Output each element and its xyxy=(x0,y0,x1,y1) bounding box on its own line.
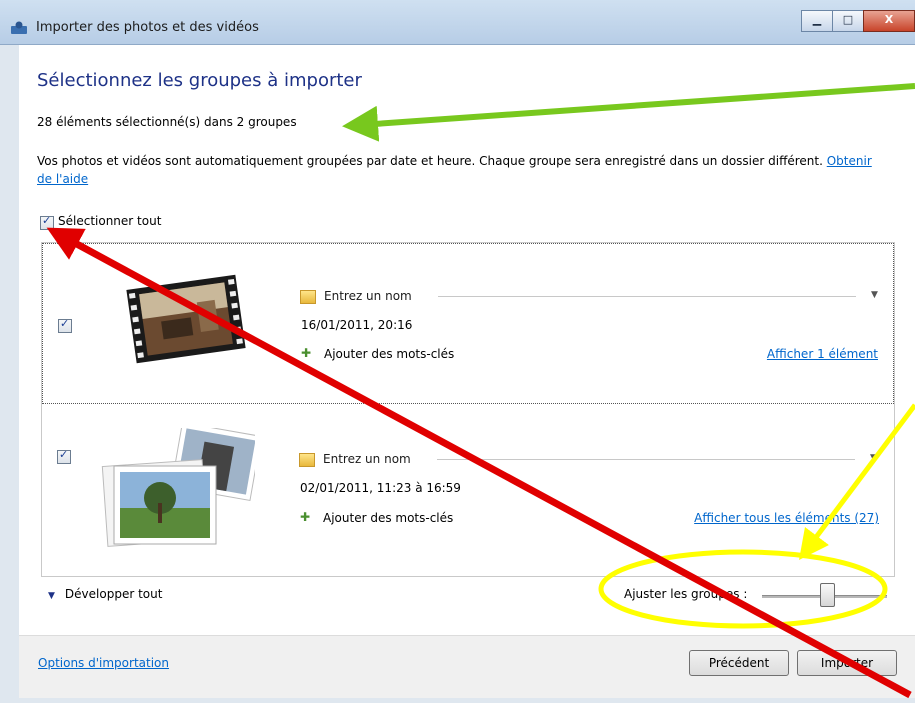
group-name-input[interactable]: Entrez un nom xyxy=(324,289,412,303)
video-thumbnail xyxy=(126,274,246,364)
maximize-icon: □ xyxy=(842,13,854,26)
group-row[interactable]: Entrez un nom ▼ 16/01/2011, 20:16 ✚ Ajou… xyxy=(42,243,894,404)
description-body: Vos photos et vidéos sont automatiquemen… xyxy=(37,154,823,168)
expand-all-label: Développer tout xyxy=(64,587,163,601)
minimize-icon: ▁ xyxy=(812,13,822,26)
chevron-down-icon[interactable]: ▼ xyxy=(871,290,878,300)
group-checkbox[interactable] xyxy=(58,317,72,333)
group-row[interactable]: Entrez un nom ▼ 02/01/2011, 11:23 à 16:5… xyxy=(42,408,894,575)
import-dialog: Importer des photos et des vidéos ▁ □ X … xyxy=(0,0,915,703)
minimize-button[interactable]: ▁ xyxy=(801,10,833,32)
name-underline xyxy=(438,296,856,297)
add-tags-link[interactable]: Ajouter des mots-clés xyxy=(324,347,454,361)
group-date: 16/01/2011, 20:16 xyxy=(301,318,413,332)
group-checkbox[interactable] xyxy=(57,448,71,464)
expand-all-button[interactable]: ▼ Développer tout xyxy=(48,587,162,601)
groups-list[interactable]: Entrez un nom ▼ 16/01/2011, 20:16 ✚ Ajou… xyxy=(41,242,895,577)
group-date: 02/01/2011, 11:23 à 16:59 xyxy=(300,481,461,495)
tag-add-icon[interactable]: ✚ xyxy=(301,346,317,360)
name-underline xyxy=(437,459,855,460)
folder-icon xyxy=(300,290,316,304)
group-name-input[interactable]: Entrez un nom xyxy=(323,452,411,466)
add-tags-link[interactable]: Ajouter des mots-clés xyxy=(323,511,453,525)
import-button[interactable]: Importer xyxy=(797,650,897,676)
previous-button[interactable]: Précédent xyxy=(689,650,789,676)
maximize-button[interactable]: □ xyxy=(832,10,864,32)
photo-stack-thumbnail xyxy=(101,428,255,547)
close-button[interactable]: X xyxy=(863,10,915,32)
chevron-down-icon: ▼ xyxy=(48,591,55,601)
title-bar[interactable]: Importer des photos et des vidéos ▁ □ X xyxy=(0,0,915,45)
show-items-link[interactable]: Afficher tous les éléments (27) xyxy=(694,511,879,525)
adjust-groups-label: Ajuster les groupes : xyxy=(624,587,748,601)
import-app-icon xyxy=(11,21,27,34)
slider-thumb[interactable] xyxy=(820,583,835,607)
description-text: Vos photos et vidéos sont automatiquemen… xyxy=(37,152,887,188)
selection-summary: 28 éléments sélectionné(s) dans 2 groupe… xyxy=(37,115,297,129)
folder-icon xyxy=(299,453,315,467)
tag-add-icon[interactable]: ✚ xyxy=(300,510,316,524)
close-icon: X xyxy=(884,13,894,26)
page-heading: Sélectionnez les groupes à importer xyxy=(37,70,362,91)
import-options-link[interactable]: Options d'importation xyxy=(38,656,169,670)
show-items-link[interactable]: Afficher 1 élément xyxy=(767,347,878,361)
window-title: Importer des photos et des vidéos xyxy=(36,20,259,35)
select-all-label[interactable]: Sélectionner tout xyxy=(58,214,161,228)
select-all-checkbox[interactable] xyxy=(40,214,54,230)
chevron-down-icon[interactable]: ▼ xyxy=(870,453,877,463)
